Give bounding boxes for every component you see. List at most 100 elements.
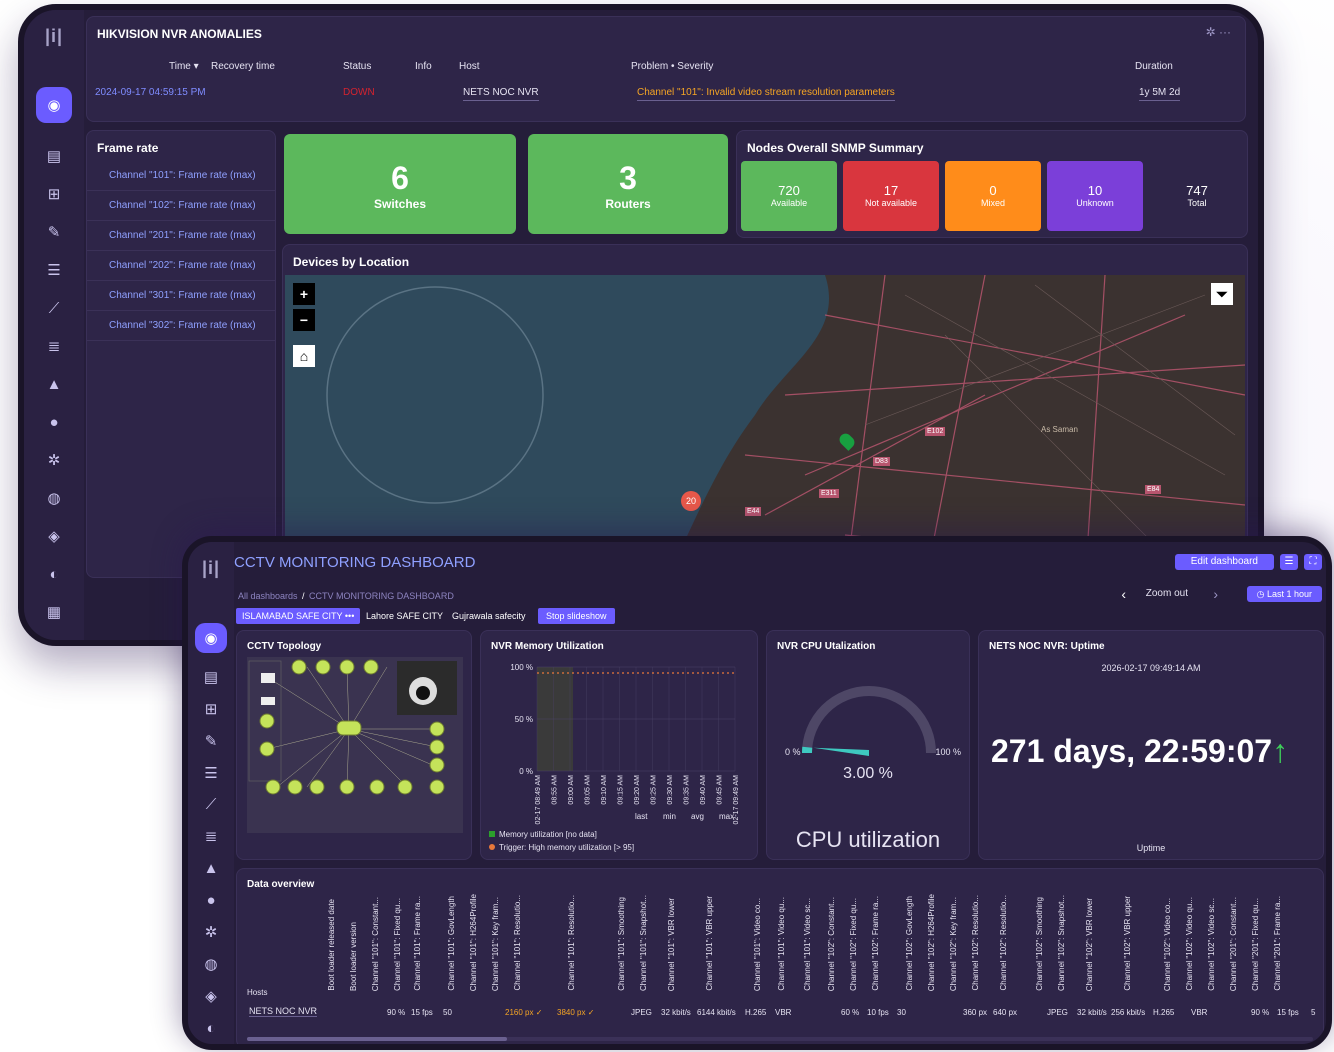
reports-icon[interactable]: ▤ [36, 137, 72, 175]
list-icon[interactable]: ☰ [193, 757, 229, 789]
globe-icon[interactable]: ◍ [36, 479, 72, 517]
more-icon[interactable]: ••• [345, 611, 354, 621]
gear-icon[interactable]: ✲ [193, 916, 229, 948]
table-cell: 360 px [963, 1008, 988, 1017]
fullscreen-icon[interactable]: ⛶ [1304, 554, 1322, 570]
x-tick-label: 09:00 AM [568, 775, 575, 805]
topology-icon[interactable]: ⊞ [193, 693, 229, 725]
column-header: Channel "102": Video qu... [1185, 897, 1194, 991]
legend-series: Memory utilization [no data] [499, 830, 597, 839]
tab-lahore[interactable]: Lahore SAFE CITY [360, 608, 449, 624]
edit-dashboard-button[interactable]: Edit dashboard [1174, 554, 1274, 570]
next-period-icon[interactable]: › [1213, 586, 1218, 602]
topology-icon[interactable]: ⊞ [36, 175, 72, 213]
shield-icon[interactable]: ◐ [193, 1012, 229, 1044]
shield-icon[interactable]: ◐ [36, 555, 72, 593]
filter-icon[interactable]: ⏷ [1211, 283, 1233, 305]
row-duration: 1y 5M 2d [1139, 87, 1181, 101]
horizontal-scrollbar[interactable] [247, 1037, 1313, 1041]
row-host[interactable]: NETS NOC NVR [463, 87, 539, 101]
alert-icon[interactable]: ▲ [193, 852, 229, 884]
table-cell: 90 % [1251, 1008, 1270, 1017]
zoom-out-button[interactable]: − [293, 309, 315, 331]
breadcrumb-current[interactable]: CCTV MONITORING DASHBOARD [309, 591, 454, 601]
column-header: Channel "101": H264Profile [469, 893, 478, 991]
wrench-icon[interactable]: ✎ [193, 725, 229, 757]
alert-icon[interactable]: ▲ [36, 365, 72, 403]
topology-diagram[interactable] [247, 657, 463, 833]
docs-icon[interactable]: ▦ [36, 593, 72, 631]
road-label: D83 [873, 457, 890, 466]
switches-tile[interactable]: 6 Switches [284, 134, 516, 234]
x-tick-label: 09:15 AM [618, 775, 625, 805]
table-cell: JPEG [1047, 1008, 1068, 1017]
routers-tile[interactable]: 3 Routers [528, 134, 728, 234]
wrench-icon[interactable]: ✎ [36, 213, 72, 251]
table-cell: JPEG [631, 1008, 652, 1017]
col-time[interactable]: Time ▾ [169, 61, 199, 72]
legend-column: max [719, 812, 734, 821]
snmp-mixed-label: Mixed [980, 198, 1005, 208]
database-icon[interactable]: ≣ [193, 821, 229, 853]
zoom-out-button[interactable]: Zoom out [1146, 588, 1188, 599]
memory-chart[interactable]: 100 % 50 % 0 %02-17 08:49 AM 08:55 AM 09:00 … [485, 655, 755, 855]
cube-icon[interactable]: ◈ [193, 980, 229, 1012]
snmp-mixed[interactable]: 0 Mixed [945, 161, 1041, 231]
snmp-not-available-value: 17 [883, 183, 899, 198]
snmp-available[interactable]: 720 Available [741, 161, 837, 231]
column-header: Boot loader version [349, 922, 358, 991]
gear-icon[interactable]: ✲ [36, 441, 72, 479]
anomalies-panel: HIKVISION NVR ANOMALIES ✲ ··· Time ▾ Rec… [86, 16, 1246, 122]
host-link[interactable]: NETS NOC NVR [249, 1006, 318, 1017]
row-time[interactable]: 2024-09-17 04:59:15 PM [95, 87, 206, 98]
switches-count: 6 [391, 160, 409, 196]
column-header: Channel "102": GovLength [905, 896, 914, 991]
scrollbar-thumb[interactable] [247, 1037, 507, 1041]
breadcrumb-all[interactable]: All dashboards [238, 591, 298, 601]
snmp-not-available[interactable]: 17 Not available [843, 161, 939, 231]
home-button[interactable]: ⌂ [293, 345, 315, 367]
column-header: Channel "102": Constant... [827, 896, 836, 991]
dashboard-icon[interactable]: ◉ [195, 623, 227, 653]
row-problem[interactable]: Channel "101": Invalid video stream reso… [637, 87, 895, 101]
menu-icon[interactable]: ☰ [1280, 554, 1298, 570]
table-cell: 3840 px ✓ [557, 1008, 595, 1017]
chart-icon[interactable]: ⟋ [36, 289, 72, 327]
chart-icon[interactable]: ⟋ [193, 789, 229, 821]
dashboard-icon[interactable]: ◉ [36, 87, 72, 123]
frame-rate-item[interactable]: Channel "301": Frame rate (max) [87, 281, 275, 311]
marker-cluster[interactable]: 20 [681, 491, 701, 511]
snmp-total[interactable]: 747 Total [1149, 161, 1245, 231]
frame-rate-item[interactable]: Channel "201": Frame rate (max) [87, 221, 275, 251]
table-cell: 5 [1311, 1008, 1316, 1017]
reports-icon[interactable]: ▤ [193, 661, 229, 693]
cube-icon[interactable]: ◈ [36, 517, 72, 555]
user-icon[interactable]: ● [36, 403, 72, 441]
tab-islamabad[interactable]: ISLAMABAD SAFE CITY ••• [236, 608, 361, 624]
table-cell: H.265 [745, 1008, 767, 1017]
table-cell: 640 px [993, 1008, 1018, 1017]
frame-rate-item[interactable]: Channel "302": Frame rate (max) [87, 311, 275, 341]
frame-rate-item[interactable]: Channel "202": Frame rate (max) [87, 251, 275, 281]
list-icon[interactable]: ☰ [36, 251, 72, 289]
settings-icon[interactable]: ✲ [1206, 25, 1216, 39]
frame-rate-item[interactable]: Channel "101": Frame rate (max) [87, 161, 275, 191]
globe-icon[interactable]: ◍ [193, 948, 229, 980]
y-tick-label: 0 % [519, 767, 533, 776]
stop-slideshow-button[interactable]: Stop slideshow [538, 608, 615, 624]
database-icon[interactable]: ≣ [36, 327, 72, 365]
table-cell: 15 fps [1277, 1008, 1299, 1017]
more-icon[interactable]: ··· [1219, 25, 1231, 39]
x-tick-label: 09:20 AM [634, 775, 641, 805]
column-header: Channel "102": Fixed qu... [849, 898, 858, 991]
prev-period-icon[interactable]: ‹ [1121, 586, 1126, 602]
user-icon[interactable]: ● [193, 884, 229, 916]
zoom-in-button[interactable]: + [293, 283, 315, 305]
frame-rate-title: Frame rate [97, 141, 159, 155]
column-header: Channel "102": Smoothing [1035, 897, 1044, 991]
legend-trigger: Trigger: High memory utilization [> 95] [499, 843, 634, 852]
time-range-button[interactable]: ◷ Last 1 hour [1246, 586, 1322, 602]
snmp-unknown[interactable]: 10 Unknown [1047, 161, 1143, 231]
tab-gujrawala[interactable]: Gujrawala safecity [446, 608, 532, 624]
frame-rate-item[interactable]: Channel "102": Frame rate (max) [87, 191, 275, 221]
